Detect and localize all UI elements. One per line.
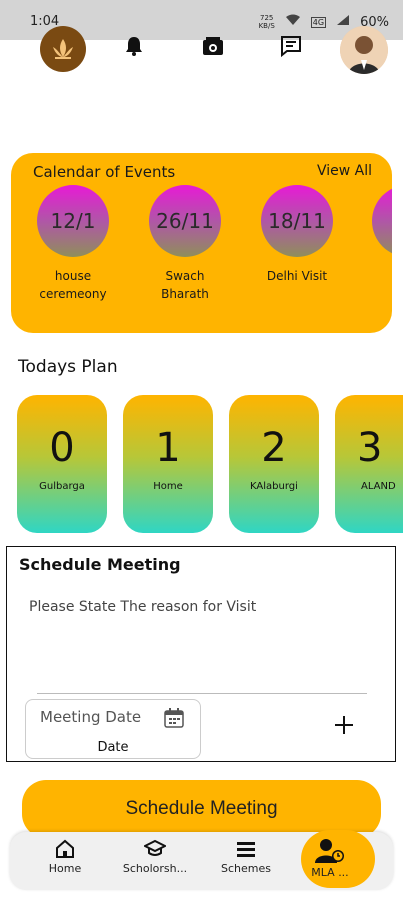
- person-clock-icon: [295, 838, 365, 864]
- plan-card[interactable]: 0 Gulbarga: [17, 395, 107, 533]
- event-date: 26/11: [149, 185, 221, 257]
- app-logo[interactable]: [40, 26, 86, 72]
- lotus-icon: [53, 39, 73, 59]
- view-all-link[interactable]: View All: [317, 163, 372, 179]
- event-item[interactable]: 12/1 house ceremeony: [28, 185, 118, 303]
- plan-label: ALAND: [361, 481, 396, 492]
- plan-count: 1: [155, 425, 181, 471]
- calendar-events-card: Calendar of Events View All 12/1 house c…: [11, 153, 392, 333]
- plan-count: 0: [49, 425, 75, 471]
- plan-card[interactable]: 3 ALAND: [335, 395, 403, 533]
- plan-card[interactable]: 2 KAlaburgi: [229, 395, 319, 533]
- message-icon[interactable]: [279, 34, 303, 58]
- nav-label: Home: [48, 862, 82, 875]
- schedule-meeting-form: Schedule Meeting Please State The reason…: [6, 546, 396, 762]
- schedule-title: Schedule Meeting: [19, 555, 181, 574]
- add-icon[interactable]: [329, 710, 359, 740]
- nav-label: Schemes: [221, 862, 271, 875]
- event-label: house ceremeony: [39, 269, 107, 301]
- reason-underline: [37, 693, 367, 694]
- meeting-date-value: Date: [97, 740, 129, 755]
- camera-icon[interactable]: [201, 34, 225, 58]
- plan-label: Home: [153, 481, 183, 492]
- calendar-icon[interactable]: [164, 708, 184, 728]
- home-icon: [30, 838, 100, 860]
- nav-label: MLA ...: [311, 866, 349, 879]
- event-label: Swach Bharath: [161, 269, 209, 301]
- event-item[interactable]: 26/11 Swach Bharath: [140, 185, 230, 303]
- plan-card[interactable]: 1 Home: [123, 395, 213, 533]
- meeting-date-label: Meeting Date: [40, 708, 142, 726]
- event-label: Delhi Visit: [266, 269, 328, 283]
- list-icon: [211, 838, 281, 860]
- reason-input[interactable]: Please State The reason for Visit: [29, 599, 256, 615]
- nav-item-home[interactable]: Home: [30, 838, 100, 875]
- meeting-date-field[interactable]: Meeting Date Date: [25, 699, 201, 759]
- calendar-title: Calendar of Events: [33, 163, 176, 181]
- plan-count: 2: [261, 425, 287, 471]
- bottom-navigation: Home Scholorsh... Schemes MLA ...: [10, 830, 393, 890]
- nav-item-scholarships[interactable]: Scholorsh...: [120, 838, 190, 875]
- profile-avatar[interactable]: [340, 26, 388, 74]
- nav-item-schemes[interactable]: Schemes: [211, 838, 281, 875]
- plan-label: Gulbarga: [39, 481, 85, 492]
- todays-plan-title: Todays Plan: [18, 357, 118, 377]
- event-date: 1: [372, 185, 392, 257]
- event-item[interactable]: 18/11 Delhi Visit: [252, 185, 342, 285]
- plan-label: KAlaburgi: [250, 481, 298, 492]
- event-date: 18/11: [261, 185, 333, 257]
- nav-label: Scholorsh...: [122, 862, 188, 875]
- event-label: C: [363, 267, 392, 285]
- graduation-cap-icon: [120, 838, 190, 860]
- top-app-bar: [0, 20, 403, 80]
- event-date: 12/1: [37, 185, 109, 257]
- bell-icon[interactable]: [122, 34, 146, 58]
- event-item[interactable]: 1 C: [363, 185, 392, 285]
- nav-item-mla[interactable]: MLA ...: [295, 838, 365, 879]
- plan-count: 3: [357, 425, 383, 471]
